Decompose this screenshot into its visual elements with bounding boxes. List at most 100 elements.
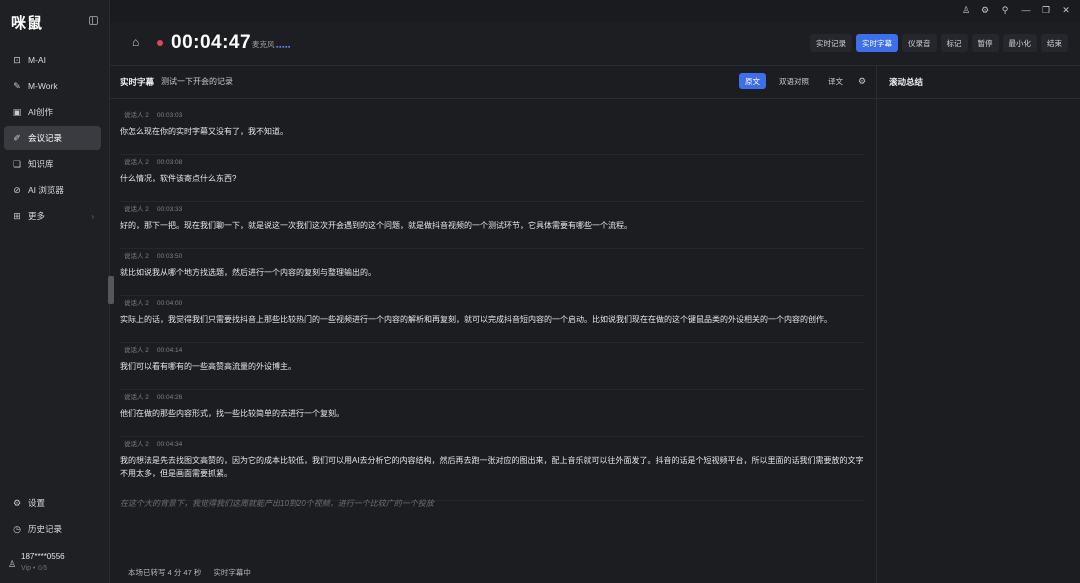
timestamp: 00:03:50 <box>156 253 183 260</box>
mic-label: 麦克风 <box>252 40 275 49</box>
timestamp: 00:04:26 <box>156 394 183 401</box>
mic-level-indicator: ▪▪▪▪▪ <box>276 44 291 51</box>
sidebar-item-knowledge-base[interactable]: ❏ 知识库 <box>4 152 101 176</box>
summary-title: 滚动总结 <box>889 77 924 87</box>
transcript-panel: 实时字幕 测试一下开会的记录 原文 双语对照 译文 ⚙ 说话人 2 00:03:0… <box>108 66 877 583</box>
transcript-tabs: 原文 双语对照 译文 ⚙ <box>739 73 866 89</box>
pin-icon[interactable]: ⚲ <box>999 5 1011 16</box>
window-titlebar: ♙ ⚙ ⚲ — ❐ ✕ <box>110 0 1080 22</box>
record-audio-button[interactable]: 仪录音 <box>902 34 937 52</box>
user-vip-badge: Vip • ⊙5 <box>21 565 48 572</box>
transcript-text: 实际上的话，我觉得我们只需要找抖音上那些比较热门的一些视频进行一个内容的解析和再… <box>120 315 832 324</box>
sidebar-item-label: M-Work <box>28 81 58 91</box>
transcript-text: 就比如说我从哪个地方找选题，然后进行一个内容的复刻与整理输出的。 <box>120 268 376 277</box>
timestamp: 00:03:33 <box>156 206 183 213</box>
sidebar-item-ai-browser[interactable]: ⊘ AI 浏览器 <box>4 178 101 202</box>
sidebar-item-label: 设置 <box>28 498 46 508</box>
transcript-list: 说话人 2 00:03:03 你怎么现在你的实时字幕又没有了，我不知道。 说话人 … <box>120 108 864 501</box>
transcript-settings-icon[interactable]: ⚙ <box>858 76 866 87</box>
transcript-title: 实时字幕 <box>120 77 155 87</box>
meeting-header: ⌂ 00:04:47 麦克风 ▪▪▪▪▪ 实时记录 实时字幕 仪录音 标记 暂停… <box>110 22 1080 66</box>
sidebar-item-m-work[interactable]: ✎ M-Work <box>4 74 101 98</box>
mark-button[interactable]: 标记 <box>940 34 968 52</box>
user-icon[interactable]: ♙ <box>960 5 972 16</box>
sidebar-collapse-icon[interactable] <box>89 16 98 25</box>
realtime-subtitle-button[interactable]: 实时字幕 <box>856 34 898 52</box>
timestamp: 00:03:03 <box>156 112 183 119</box>
transcript-entry: 说话人 2 00:03:03 你怎么现在你的实时字幕又没有了，我不知道。 <box>120 108 864 155</box>
speaker-label: 说话人 2 <box>124 159 149 166</box>
sidebar-item-label: 历史记录 <box>28 524 63 534</box>
divider <box>877 98 1080 99</box>
sidebar-item-settings[interactable]: ⚙ 设置 <box>4 491 101 515</box>
sidebar-item-ai-create[interactable]: ▣ AI创作 <box>4 100 101 124</box>
clock-icon: ◷ <box>13 523 21 534</box>
speaker-label: 说话人 2 <box>124 394 149 401</box>
speaker-label: 说话人 2 <box>124 112 149 119</box>
speaker-label: 说话人 2 <box>124 347 149 354</box>
user-name: 187****0556 <box>21 552 65 561</box>
user-icon: ♙ <box>8 559 17 569</box>
sidebar-item-history[interactable]: ◷ 历史记录 <box>4 517 101 541</box>
meeting-notes-icon: ✐ <box>13 132 21 143</box>
speaker-label: 说话人 2 <box>124 253 149 260</box>
book-icon: ❏ <box>12 158 22 169</box>
sidebar-nav: ⊡ M-AI ✎ M-Work ▣ AI创作 ✐ 会议记录 ❏ 知识库 ⊘ AI… <box>4 48 101 230</box>
live-transcript-text: 在这个大的背景下，我觉得我们这周就能产出10到20个视频，进行一个比较广的一个投… <box>120 499 434 508</box>
transcript-text: 他们在做的那些内容形式，找一些比较简单的去进行一个复刻。 <box>120 409 344 418</box>
close-icon[interactable]: ✕ <box>1060 5 1072 16</box>
status-bar: 本场已转写 4 分 47 秒 实时字幕中 <box>128 567 251 578</box>
grid-icon: ⊞ <box>13 210 21 221</box>
transcript-entry: 说话人 2 00:04:14 我们可以看有哪有的一些高赞高流量的外设博主。 <box>120 343 864 390</box>
sidebar-item-more[interactable]: ⊞ 更多 › <box>4 204 101 228</box>
sidebar-item-label: AI创作 <box>28 107 54 117</box>
transcribe-status: 实时字幕中 <box>213 568 251 577</box>
sidebar-item-label: 会议记录 <box>28 133 63 143</box>
tab-bilingual[interactable]: 双语对照 <box>773 73 815 89</box>
transcript-entry: 说话人 2 00:04:26 他们在做的那些内容形式，找一些比较简单的去进行一个复… <box>120 390 864 437</box>
transcript-text: 好的，那下一把。现在我们聊一下，就是说这一次我们这次开会遇到的这个问题，就是做抖… <box>120 221 632 230</box>
compass-icon: ⊘ <box>13 184 21 195</box>
speaker-label: 说话人 2 <box>124 300 149 307</box>
sidebar: 咪鼠 ⊡ M-AI ✎ M-Work ▣ AI创作 ✐ 会议记录 ❏ 知识库 ⊘… <box>0 0 110 583</box>
sidebar-item-label: AI 浏览器 <box>28 185 64 195</box>
sidebar-item-label: 更多 <box>28 211 46 221</box>
minimize-icon[interactable]: — <box>1020 5 1032 15</box>
transcript-text: 我们可以看有哪有的一些高赞高流量的外设博主。 <box>120 362 296 371</box>
rolling-summary-panel: 滚动总结 <box>877 66 1080 583</box>
transcript-text: 你怎么现在你的实时字幕又没有了，我不知道。 <box>120 127 288 136</box>
sidebar-item-meeting-notes[interactable]: ✐ 会议记录 <box>4 126 101 150</box>
recording-timer: 00:04:47 <box>171 32 252 53</box>
transcript-text: 什么情况，软件该寄点什么东西? <box>120 174 237 183</box>
sidebar-item-label: 知识库 <box>28 159 54 169</box>
transcript-text: 我的想法是先去找图文高赞的，因为它的成本比较低，我们可以用AI去分析它的内容结构… <box>120 456 864 478</box>
home-icon[interactable]: ⌂ <box>132 35 139 49</box>
chevron-right-icon: › <box>91 211 94 221</box>
settings-icon[interactable]: ⚙ <box>979 5 991 16</box>
transcript-entry: 说话人 2 00:04:34 我的想法是先去找图文高赞的，因为它的成本比较低，我们… <box>120 437 864 501</box>
pause-button[interactable]: 暂停 <box>971 34 999 52</box>
end-button[interactable]: 结束 <box>1041 34 1068 52</box>
gear-icon: ⚙ <box>12 497 22 508</box>
app-logo: 咪鼠 <box>11 15 44 32</box>
panel-resize-handle[interactable] <box>108 276 114 304</box>
minimize-button[interactable]: 最小化 <box>1002 34 1037 52</box>
transcript-entry: 说话人 2 00:03:33 好的，那下一把。现在我们聊一下，就是说这一次我们这次… <box>120 202 864 249</box>
recording-indicator <box>157 40 163 46</box>
divider <box>110 98 877 99</box>
restore-icon[interactable]: ❐ <box>1040 5 1052 16</box>
transcript-entry: 说话人 2 00:04:00 实际上的话，我觉得我们只需要找抖音上那些比较热门的一… <box>120 296 864 343</box>
tab-original[interactable]: 原文 <box>739 73 766 89</box>
sidebar-item-m-ai[interactable]: ⊡ M-AI <box>4 48 101 72</box>
chat-icon: ⊡ <box>13 54 21 65</box>
image-icon: ▣ <box>12 106 22 117</box>
tab-translation[interactable]: 译文 <box>822 73 849 89</box>
timestamp: 00:04:00 <box>156 300 183 307</box>
transcript-entry: 说话人 2 00:03:08 什么情况，软件该寄点什么东西? <box>120 155 864 202</box>
header-actions: 实时记录 实时字幕 仪录音 标记 暂停 最小化 结束 <box>810 34 1068 52</box>
realtime-record-button[interactable]: 实时记录 <box>810 34 852 52</box>
speaker-label: 说话人 2 <box>124 441 149 448</box>
sidebar-bottom-nav: ⚙ 设置 ◷ 历史记录 <box>4 491 101 543</box>
timestamp: 00:04:34 <box>156 441 183 448</box>
transcript-entry: 说话人 2 00:03:50 就比如说我从哪个地方找选题，然后进行一个内容的复刻与… <box>120 249 864 296</box>
